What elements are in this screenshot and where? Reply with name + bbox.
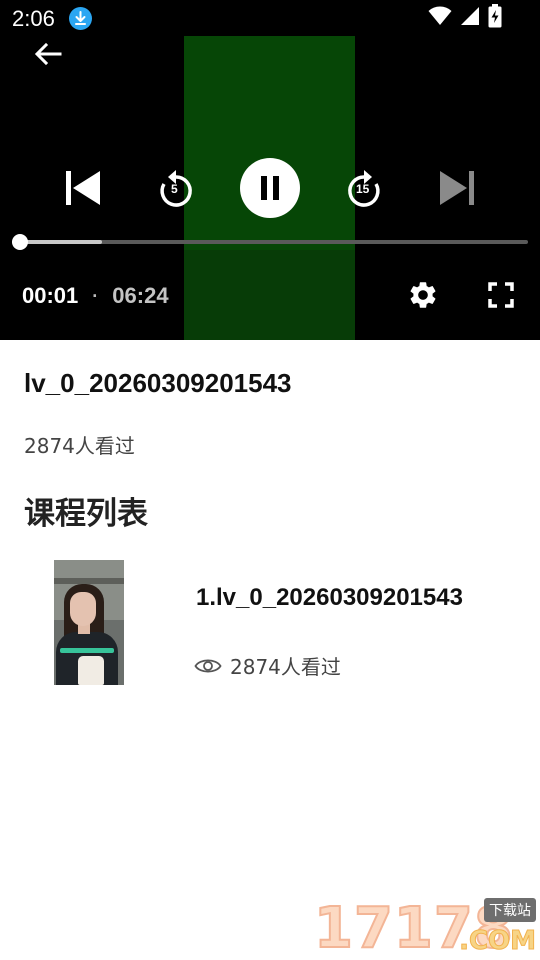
skip-next-icon: [440, 171, 474, 205]
playback-controls: 5 15: [0, 156, 540, 220]
time-display: 00:01 · 06:24: [22, 283, 169, 309]
skip-next-button[interactable]: [436, 156, 480, 220]
course-list-heading: 课程列表: [24, 496, 148, 532]
video-player[interactable]: 2:06 5 15 00:01 · 06:24: [0, 0, 540, 340]
wifi-icon: [428, 6, 452, 31]
skip-previous-button[interactable]: [60, 156, 104, 220]
download-notification-icon: [69, 7, 92, 30]
course-item-title: 1.lv_0_20260309201543: [196, 584, 463, 611]
settings-button[interactable]: [405, 277, 441, 313]
rewind-seconds: 5: [171, 182, 178, 196]
video-title: lv_0_20260309201543: [24, 368, 292, 398]
back-button[interactable]: [30, 38, 66, 70]
pause-icon: [261, 176, 279, 200]
settings-icon: [410, 282, 436, 308]
time-separator: ·: [92, 285, 99, 306]
course-item-view-count: 2874人看过: [230, 655, 341, 679]
skip-previous-icon: [66, 171, 100, 205]
rewind-button[interactable]: 5: [154, 156, 198, 220]
pause-button[interactable]: [240, 158, 300, 218]
eye-icon: [194, 658, 222, 673]
watermark: 17178 下载站 .COM: [313, 895, 537, 960]
cell-signal-icon: [460, 6, 480, 31]
seek-thumb[interactable]: [12, 234, 28, 250]
watermark-suffix: .COM: [459, 926, 537, 957]
status-time: 2:06: [12, 6, 55, 31]
forward-seconds: 15: [356, 182, 370, 196]
back-icon: [34, 42, 62, 66]
battery-charging-icon: [488, 3, 502, 33]
seek-bar[interactable]: [12, 232, 528, 252]
fullscreen-button[interactable]: [484, 278, 518, 312]
total-time: 06:24: [112, 283, 169, 308]
fullscreen-icon: [488, 282, 514, 308]
forward-button[interactable]: 15: [342, 156, 386, 220]
current-time: 00:01: [22, 283, 79, 308]
view-count: 2874人看过: [24, 434, 135, 458]
status-bar: 2:06: [0, 0, 540, 36]
course-thumbnail: [54, 560, 124, 685]
course-item-views: 2874人看过: [194, 651, 341, 680]
watermark-tag: 下载站: [484, 898, 536, 922]
course-list-item[interactable]: 1.lv_0_20260309201543 2874人看过: [0, 548, 540, 698]
